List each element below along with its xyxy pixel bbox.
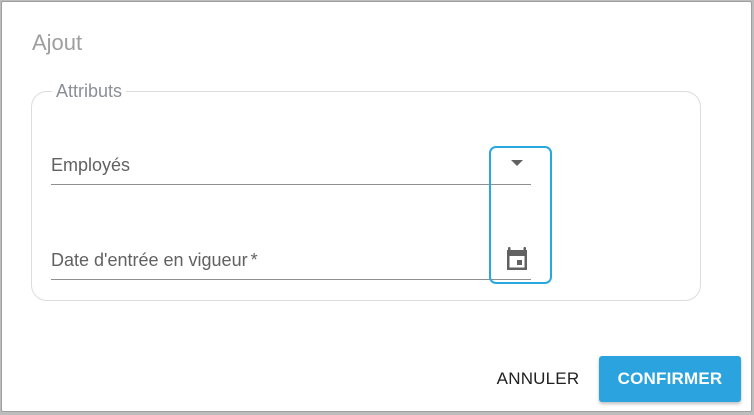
employees-select[interactable]: Employés (51, 145, 531, 185)
cancel-button[interactable]: ANNULER (489, 356, 587, 402)
attributes-legend: Attributs (56, 81, 123, 101)
confirm-button[interactable]: CONFIRMER (599, 356, 741, 402)
focus-highlight (489, 146, 552, 284)
employees-label: Employés (51, 155, 131, 175)
effective-date-label: Date d'entrée en vigueur * (51, 249, 258, 271)
effective-date-label-text: Date d'entrée en vigueur (51, 250, 248, 270)
dialog-title: Ajout (32, 30, 83, 55)
effective-date-field[interactable]: Date d'entrée en vigueur * (51, 240, 531, 280)
required-marker: * (250, 250, 258, 270)
